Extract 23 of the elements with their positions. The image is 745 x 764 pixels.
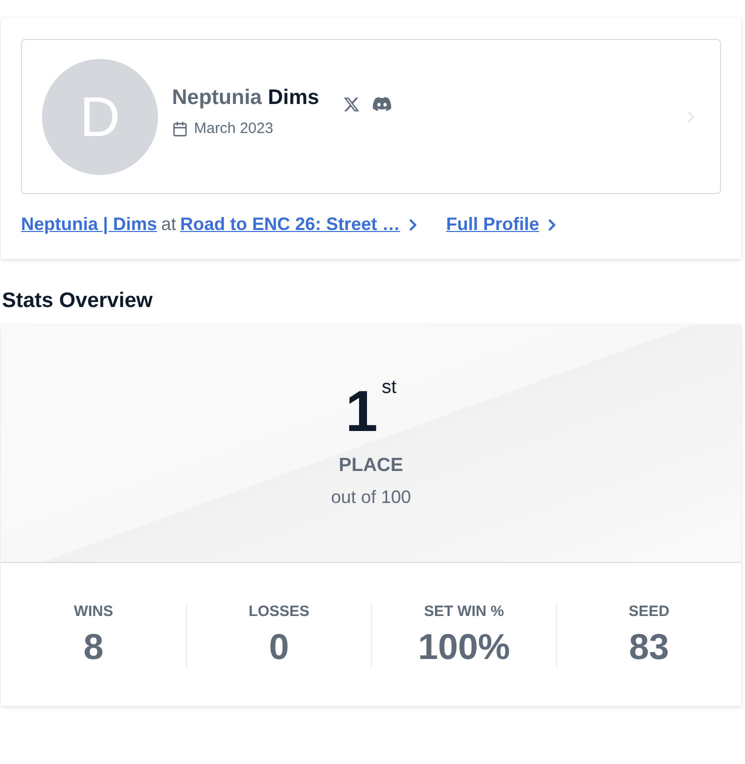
section-title: Stats Overview — [2, 289, 154, 313]
entrant-link[interactable]: Neptunia | Dims — [21, 214, 158, 235]
stat-label: SET WIN % — [424, 603, 504, 620]
connector-text: at — [161, 214, 176, 235]
stat-value: 100% — [418, 626, 510, 668]
entrant-count: out of 100 — [330, 487, 412, 508]
stat-label: LOSSES — [248, 603, 310, 620]
placement-number: 1 — [345, 383, 378, 441]
placement-label: PLACE — [338, 455, 404, 477]
gamer-tag: Dims — [268, 86, 320, 110]
calendar-icon — [172, 120, 188, 136]
x-logo-icon[interactable] — [343, 96, 360, 112]
sponsor-prefix: Neptunia — [172, 86, 262, 110]
stat-value: 8 — [83, 626, 104, 668]
stat-label: SEED — [628, 603, 670, 620]
discord-logo-icon[interactable] — [372, 94, 392, 114]
stat-value: 83 — [628, 626, 670, 668]
event-link[interactable]: Road to ENC 26: Street … — [180, 214, 400, 235]
join-date: March 2023 — [194, 120, 274, 137]
stat-value: 0 — [268, 626, 290, 668]
placement-suffix: st — [382, 377, 397, 399]
full-profile-link[interactable]: Full Profile — [446, 214, 540, 235]
stat-label: WINS — [74, 603, 114, 620]
